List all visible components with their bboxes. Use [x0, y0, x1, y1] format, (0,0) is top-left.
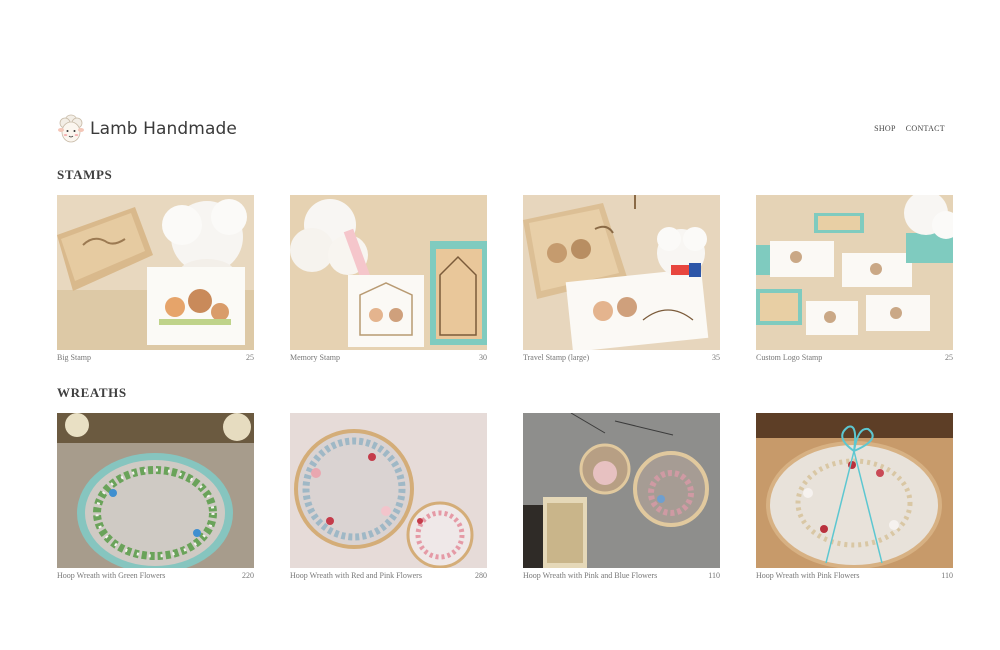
main-nav: SHOP CONTACT — [874, 124, 945, 133]
product-price: 35 — [712, 353, 720, 362]
product-price: 280 — [475, 571, 487, 580]
site-header: Lamb Handmade SHOP CONTACT — [57, 112, 945, 148]
product-name[interactable]: Hoop Wreath with Green Flowers — [57, 571, 165, 580]
nav-shop-link[interactable]: SHOP — [874, 124, 896, 133]
custom-logo-stamp-photo[interactable] — [756, 195, 953, 350]
product-card-pink-wreath[interactable]: Hoop Wreath with Pink Flowers 110 — [756, 413, 953, 580]
product-card-pink-blue-wreath[interactable]: Hoop Wreath with Pink and Blue Flowers 1… — [523, 413, 720, 580]
nav-contact-link[interactable]: CONTACT — [906, 124, 945, 133]
product-price: 25 — [246, 353, 254, 362]
travel-stamp-photo[interactable] — [523, 195, 720, 350]
product-price: 110 — [941, 571, 953, 580]
section-title-stamps: STAMPS — [57, 167, 113, 182]
product-price: 110 — [708, 571, 720, 580]
product-name[interactable]: Hoop Wreath with Red and Pink Flowers — [290, 571, 422, 580]
product-price: 25 — [945, 353, 953, 362]
product-card-green-wreath[interactable]: Hoop Wreath with Green Flowers 220 — [57, 413, 254, 580]
product-card-memory-stamp[interactable]: Memory Stamp 30 — [290, 195, 487, 362]
product-name[interactable]: Custom Logo Stamp — [756, 353, 822, 362]
product-name[interactable]: Big Stamp — [57, 353, 91, 362]
product-name[interactable]: Hoop Wreath with Pink and Blue Flowers — [523, 571, 657, 580]
product-card-red-pink-wreath[interactable]: Hoop Wreath with Red and Pink Flowers 28… — [290, 413, 487, 580]
product-card-custom-logo-stamp[interactable]: Custom Logo Stamp 25 — [756, 195, 953, 362]
brand-name: Lamb Handmade — [90, 119, 237, 139]
memory-stamp-photo[interactable] — [290, 195, 487, 350]
product-name[interactable]: Travel Stamp (large) — [523, 353, 589, 362]
product-price: 30 — [479, 353, 487, 362]
product-price: 220 — [242, 571, 254, 580]
brand-logo[interactable]: Lamb Handmade — [57, 112, 237, 146]
lamb-face-icon — [58, 114, 84, 143]
product-card-travel-stamp[interactable]: Travel Stamp (large) 35 — [523, 195, 720, 362]
product-name[interactable]: Hoop Wreath with Pink Flowers — [756, 571, 860, 580]
green-wreath-photo[interactable] — [57, 413, 254, 568]
big-stamp-photo[interactable] — [57, 195, 254, 350]
pink-wreath-photo[interactable] — [756, 413, 953, 568]
section-title-wreaths: WREATHS — [57, 385, 127, 400]
red-pink-wreath-photo[interactable] — [290, 413, 487, 568]
product-name[interactable]: Memory Stamp — [290, 353, 340, 362]
product-card-big-stamp[interactable]: Big Stamp 25 — [57, 195, 254, 362]
pink-blue-wreath-photo[interactable] — [523, 413, 720, 568]
